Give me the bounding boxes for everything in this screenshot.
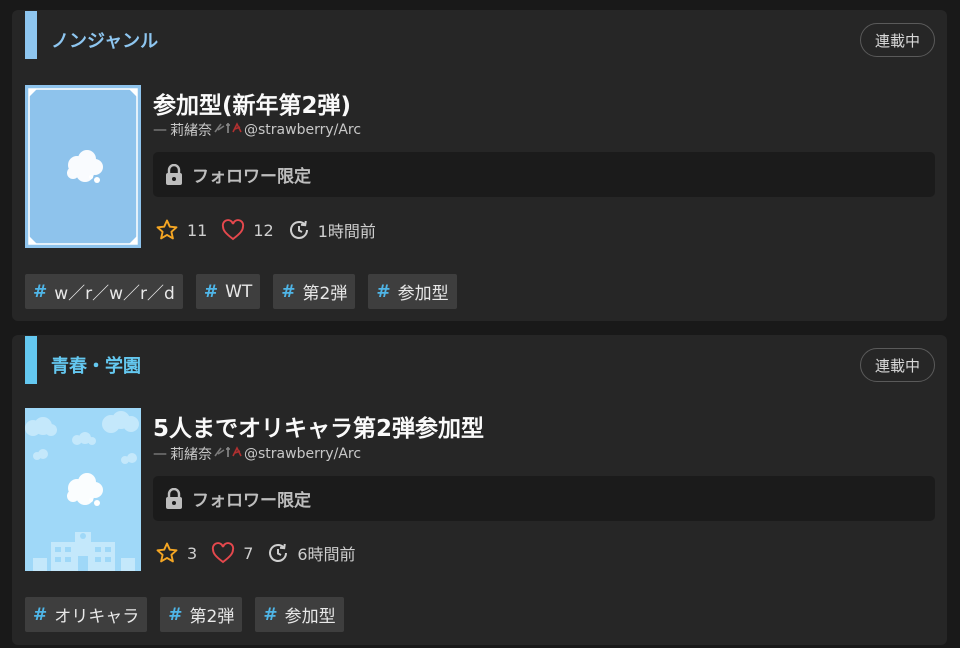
status-badge: 連載中 xyxy=(860,23,935,57)
star-icon[interactable] xyxy=(155,218,179,242)
restriction-label: フォロワー限定 xyxy=(192,491,311,511)
work-title[interactable]: 5人までオリキャラ第2弾参加型 xyxy=(153,409,484,443)
author-handle: @strawberry/Arc xyxy=(244,446,362,462)
star-count: 3 xyxy=(187,543,198,563)
tag[interactable]: # 第2弾 xyxy=(160,597,243,632)
heart-icon[interactable] xyxy=(211,542,235,564)
tag-list: # オリキャラ # 第2弾 # 参加型 xyxy=(25,597,357,632)
clock-history-icon xyxy=(267,542,289,564)
lock-icon xyxy=(165,163,183,186)
work-title[interactable]: 参加型(新年第2弾) xyxy=(153,86,351,120)
follower-only-notice: フォロワー限定 xyxy=(153,476,935,521)
status-badge: 連載中 xyxy=(860,348,935,382)
like-count: 12 xyxy=(253,220,274,240)
follower-only-notice: フォロワー限定 xyxy=(153,152,935,197)
work-stats: 11 12 1時間前 xyxy=(155,217,390,243)
like-count: 7 xyxy=(243,543,254,563)
star-count: 11 xyxy=(187,220,208,240)
work-stats: 3 7 6時間前 xyxy=(155,540,370,566)
genre-label[interactable]: 青春・学園 xyxy=(51,352,141,378)
tag[interactable]: # w／r／w／r／d xyxy=(25,274,183,309)
tag[interactable]: # 第2弾 xyxy=(273,274,356,309)
author-prefix: — xyxy=(153,446,167,462)
work-card[interactable]: ノンジャンル 連載中 参加型(新年第2弾) — 莉緒奈 @strawberry/… xyxy=(12,10,947,321)
tag[interactable]: # 参加型 xyxy=(255,597,344,632)
author-decoration-icon xyxy=(213,120,243,140)
updated-time: 6時間前 xyxy=(297,545,356,564)
heart-icon[interactable] xyxy=(221,219,245,241)
author-name: 莉緒奈 xyxy=(170,447,212,463)
lock-icon xyxy=(165,487,183,510)
author[interactable]: — 莉緒奈 @strawberry/Arc xyxy=(153,120,361,140)
author-handle: @strawberry/Arc xyxy=(244,122,362,138)
genre-color-bar xyxy=(25,11,37,59)
author-decoration-icon xyxy=(213,444,243,464)
author-name: 莉緒奈 xyxy=(170,123,212,139)
star-icon[interactable] xyxy=(155,541,179,565)
cover-image[interactable] xyxy=(25,408,141,571)
restriction-label: フォロワー限定 xyxy=(192,167,311,187)
author-prefix: — xyxy=(153,122,167,138)
tag[interactable]: # 参加型 xyxy=(368,274,457,309)
genre-color-bar xyxy=(25,336,37,384)
tag-list: # w／r／w／r／d # WT # 第2弾 # 参加型 xyxy=(25,274,470,309)
author[interactable]: — 莉緒奈 @strawberry/Arc xyxy=(153,444,361,464)
tag[interactable]: # オリキャラ xyxy=(25,597,148,632)
work-card[interactable]: 青春・学園 連載中 5人までオリキャラ第2弾参加型 — 莉緒奈 @strawbe… xyxy=(12,335,947,645)
cover-image[interactable] xyxy=(25,85,141,248)
genre-label[interactable]: ノンジャンル xyxy=(51,27,158,53)
updated-time: 1時間前 xyxy=(317,222,376,241)
tag[interactable]: # WT xyxy=(195,274,261,309)
clock-history-icon xyxy=(288,219,310,241)
